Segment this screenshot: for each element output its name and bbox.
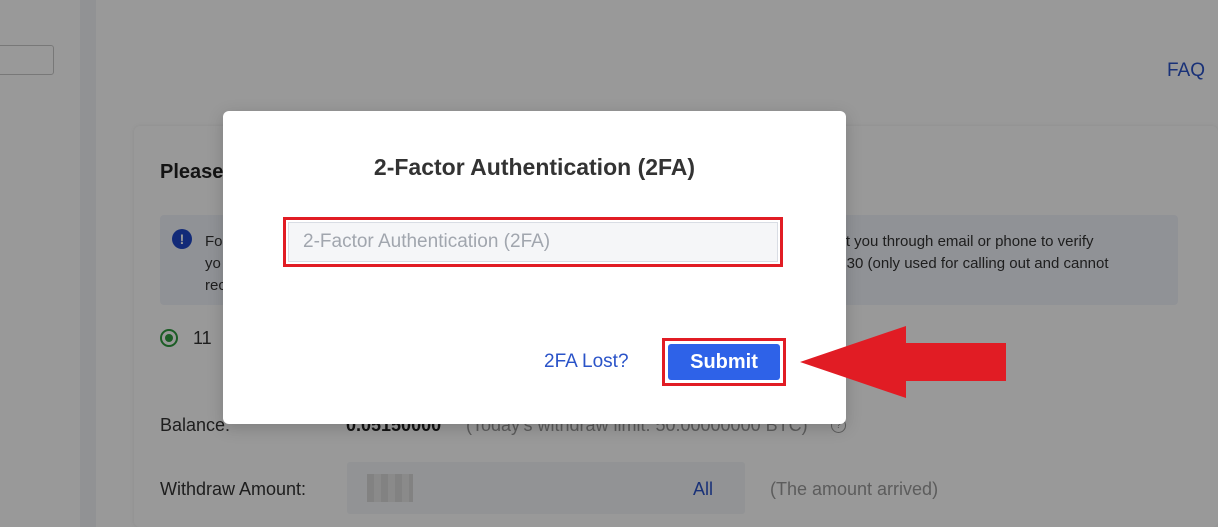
submit-button[interactable]: Submit [668, 344, 780, 380]
twofa-lost-link[interactable]: 2FA Lost? [544, 351, 629, 373]
modal-title: 2-Factor Authentication (2FA) [373, 154, 696, 180]
twofa-code-input[interactable] [288, 222, 778, 262]
arrow-left-icon [800, 326, 1006, 398]
twofa-modal: 2-Factor Authentication (2FA) 2FA Lost? … [223, 111, 846, 424]
